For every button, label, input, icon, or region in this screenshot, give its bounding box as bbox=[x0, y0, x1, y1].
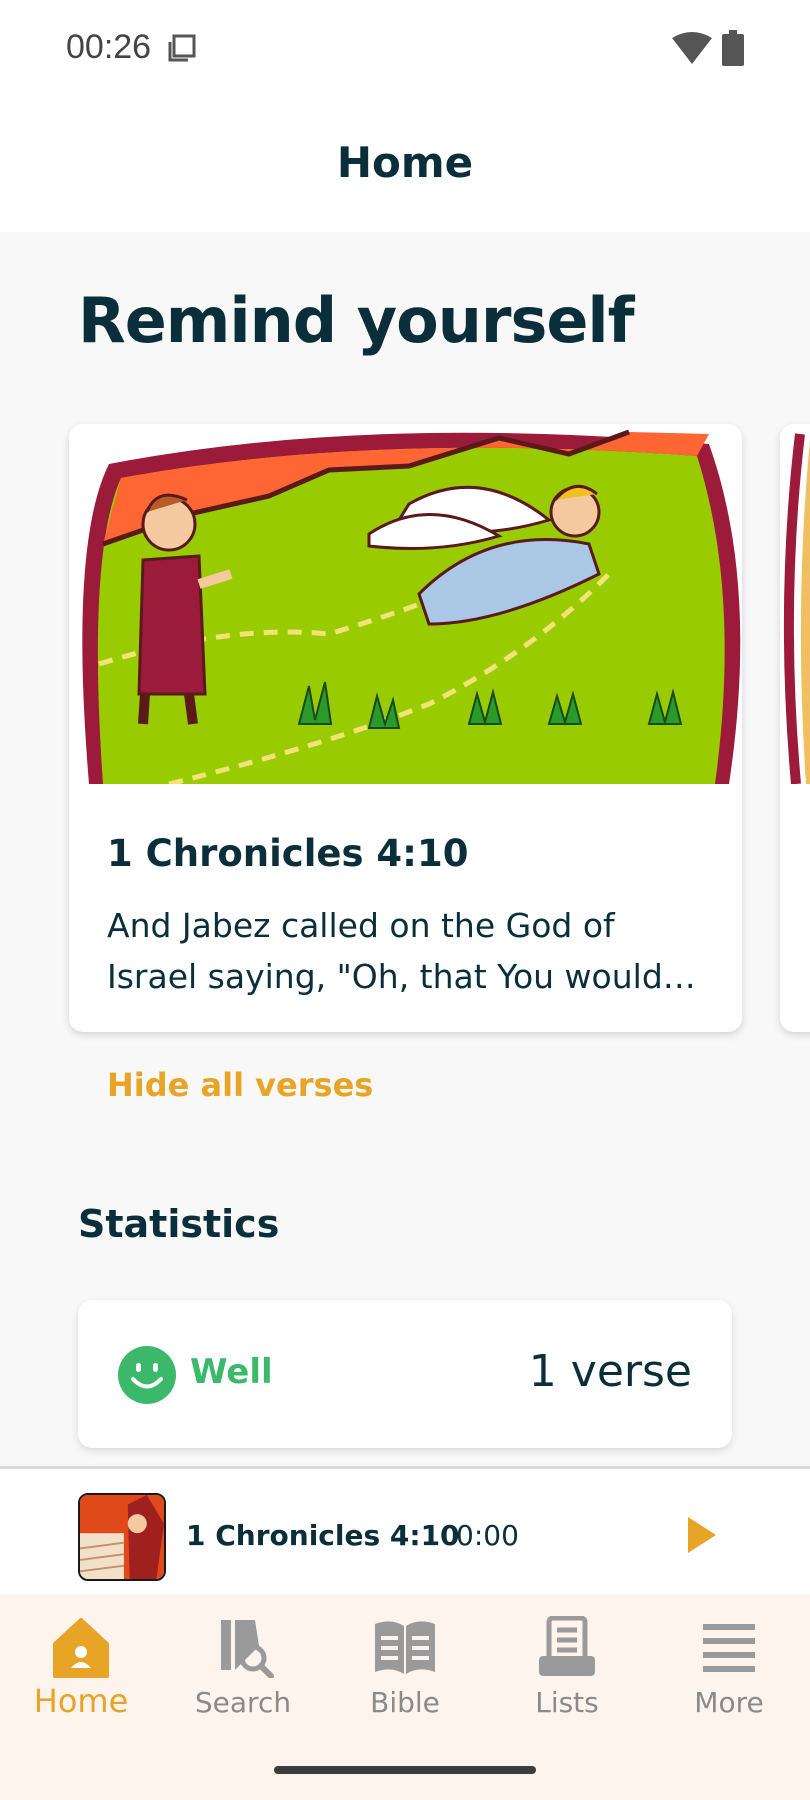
statistics-card[interactable]: Well 1 verse bbox=[78, 1300, 732, 1448]
stats-count: 1 bbox=[528, 1346, 557, 1397]
status-bar: 00:26 bbox=[0, 0, 810, 96]
search-book-icon bbox=[221, 1620, 274, 1678]
bottom-nav: Home Search Bible Lists More bbox=[0, 1594, 810, 1800]
verse-text: And Jabez called on the God of Israel sa… bbox=[107, 906, 663, 996]
remind-heading: Remind yourself bbox=[78, 284, 635, 357]
statistics-heading: Statistics bbox=[78, 1202, 280, 1246]
nav-label-lists: Lists bbox=[535, 1686, 599, 1719]
battery-icon bbox=[722, 30, 744, 66]
verse-card-next[interactable] bbox=[780, 424, 810, 1032]
nav-item-search[interactable]: Search bbox=[162, 1616, 324, 1736]
home-icon bbox=[53, 1618, 109, 1678]
player-thumbnail bbox=[78, 1493, 166, 1581]
status-time: 00:26 bbox=[66, 28, 152, 66]
verse-illustration bbox=[69, 424, 742, 784]
nav-label-bible: Bible bbox=[370, 1686, 440, 1719]
nav-item-more[interactable]: More bbox=[648, 1616, 810, 1736]
list-doc-icon bbox=[539, 1616, 595, 1676]
mini-player[interactable]: 1 Chronicles 4:10 0:00 bbox=[0, 1466, 810, 1594]
app-bar: Home bbox=[0, 96, 810, 232]
screenshot-icon bbox=[168, 34, 196, 62]
stats-value: 1 verse bbox=[529, 1346, 692, 1397]
verse-card[interactable]: 1 Chronicles 4:10 And Jabez called on th… bbox=[69, 424, 742, 1032]
verse-illustration-next bbox=[780, 424, 810, 785]
nav-label-more: More bbox=[694, 1686, 764, 1719]
nav-item-home[interactable]: Home bbox=[0, 1616, 162, 1736]
menu-icon bbox=[703, 1624, 755, 1672]
player-title: 1 Chronicles 4:10 bbox=[186, 1519, 460, 1552]
verse-reference: 1 Chronicles 4:10 bbox=[107, 832, 469, 875]
nav-label-search: Search bbox=[194, 1686, 292, 1719]
nav-item-bible[interactable]: Bible bbox=[324, 1616, 486, 1736]
smile-icon bbox=[118, 1346, 176, 1404]
stats-status-label: Well bbox=[190, 1352, 273, 1392]
nav-item-lists[interactable]: Lists bbox=[486, 1616, 648, 1736]
home-indicator[interactable] bbox=[274, 1766, 536, 1774]
open-book-icon bbox=[375, 1621, 435, 1674]
stats-unit: verse bbox=[570, 1346, 692, 1397]
player-time: 0:00 bbox=[456, 1519, 519, 1552]
nav-label-home: Home bbox=[33, 1682, 129, 1720]
wifi-icon bbox=[672, 32, 712, 64]
hide-all-verses-button[interactable]: Hide all verses bbox=[107, 1066, 373, 1104]
page-title: Home bbox=[336, 138, 474, 187]
play-icon[interactable] bbox=[686, 1515, 718, 1555]
